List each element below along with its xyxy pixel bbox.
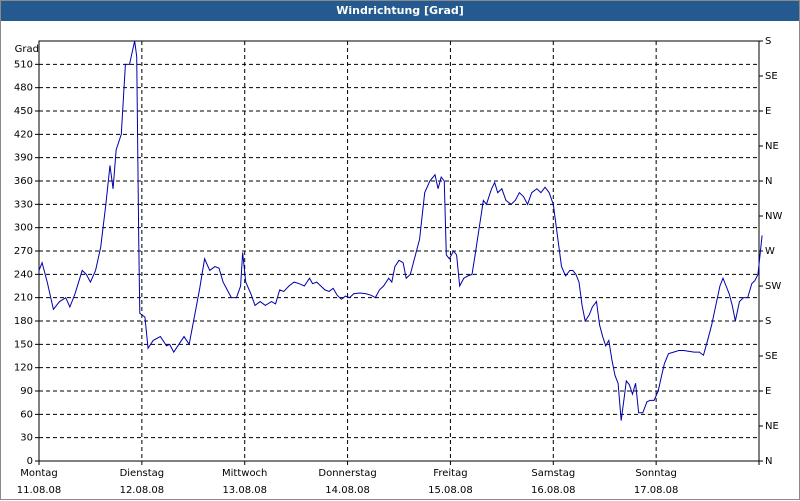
x-axis-ticks: Montag 11.08.08 Dienstag 12.08.08 Mittwoch 13… [17, 461, 760, 496]
y-tick-label: 300 [14, 223, 33, 234]
y-tick-label: 30 [20, 433, 33, 444]
y-tick-label: 330 [14, 199, 33, 210]
right-tick-label: SW [765, 281, 781, 292]
right-axis-compass-ticks: N NE E SE S SW W NW N NE E SE S [759, 36, 782, 467]
y-tick-label: 180 [14, 316, 33, 327]
chart-window: Windrichtung [Grad] Grad 0 30 60 90 120 150 18… [0, 0, 800, 500]
y-tick-label: 480 [14, 83, 33, 94]
right-tick-label: S [765, 36, 771, 47]
x-tick-date-label: 12.08.08 [120, 485, 165, 496]
x-tick-day-label: Samstag [531, 468, 575, 479]
y-tick-label: 150 [14, 339, 33, 350]
right-tick-label: W [765, 246, 775, 257]
y-tick-label: 0 [27, 456, 33, 467]
x-tick-day-label: Dienstag [120, 468, 165, 479]
y-tick-label: 240 [14, 269, 33, 280]
x-tick-day-label: Mittwoch [222, 468, 267, 479]
y-tick-label: 420 [14, 129, 33, 140]
x-tick-date-label: 17.08.08 [634, 485, 679, 496]
right-tick-label: N [765, 456, 772, 467]
right-tick-label: N [765, 176, 772, 187]
y-axis-unit-label: Grad [15, 44, 39, 55]
right-tick-label: SE [765, 71, 778, 82]
y-tick-label: 90 [20, 386, 33, 397]
y-tick-label: 270 [14, 246, 33, 257]
x-tick-day-label: Montag [20, 468, 57, 479]
x-tick-date-label: 15.08.08 [428, 485, 473, 496]
right-tick-label: S [765, 316, 771, 327]
x-tick-day-label: Sonntag [635, 468, 677, 479]
right-tick-label: E [765, 386, 771, 397]
right-tick-label: NW [765, 211, 782, 222]
y-tick-label: 60 [20, 409, 33, 420]
right-tick-label: E [765, 106, 771, 117]
y-tick-label: 510 [14, 59, 33, 70]
right-tick-label: SE [765, 351, 778, 362]
right-tick-label: NE [765, 421, 779, 432]
x-tick-date-label: 16.08.08 [531, 485, 576, 496]
chart-svg: Grad 0 30 60 90 120 150 180 210 240 270 300 330 360 3… [14, 36, 783, 496]
y-tick-label: 210 [14, 293, 33, 304]
x-tick-date-label: 11.08.08 [17, 485, 62, 496]
y-tick-label: 450 [14, 106, 33, 117]
x-tick-day-label: Donnerstag [318, 468, 376, 479]
x-tick-day-label: Freitag [433, 468, 467, 479]
x-tick-date-label: 13.08.08 [222, 485, 267, 496]
right-tick-label: NE [765, 141, 779, 152]
y-tick-label: 120 [14, 363, 33, 374]
x-tick-date-label: 14.08.08 [325, 485, 370, 496]
y-axis-ticks: 0 30 60 90 120 150 180 210 240 270 300 330 360 390 420… [14, 59, 39, 467]
y-tick-label: 390 [14, 153, 33, 164]
y-tick-label: 360 [14, 176, 33, 187]
